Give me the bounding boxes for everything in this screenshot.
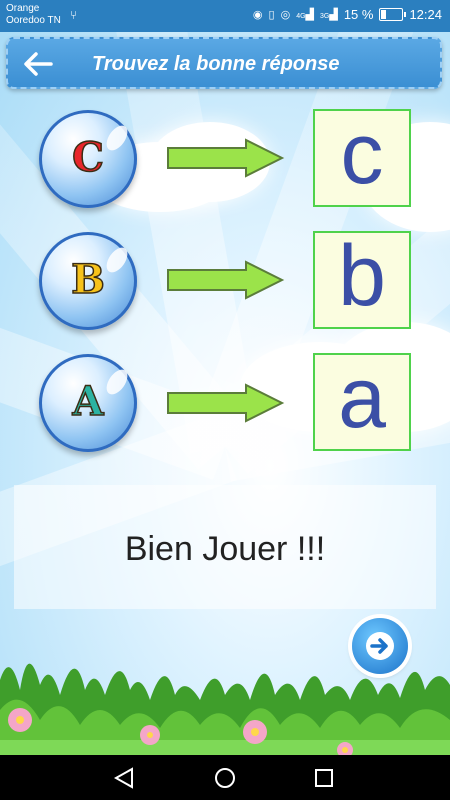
nfc-icon: ◉ — [252, 9, 263, 21]
clock: 12:24 — [409, 7, 442, 22]
letter-bubble-c[interactable]: C — [39, 110, 137, 208]
result-panel: Bien Jouer !!! — [14, 485, 436, 609]
arrow-right-icon — [167, 383, 285, 423]
arrow-right-icon — [366, 632, 394, 660]
title-bar: Trouvez la bonne réponse — [6, 37, 442, 89]
carrier-info: Orange Ooredoo TN — [6, 3, 61, 27]
nav-back-button[interactable] — [104, 763, 144, 793]
status-bar: Orange Ooredoo TN ⑂ ◉ ▯ ◎ 4G▟ 3G▟ 15 % 1… — [0, 0, 450, 32]
bubble-letter: B — [70, 255, 105, 304]
nav-recents-button[interactable] — [304, 763, 344, 793]
answer-letter: a — [338, 350, 386, 446]
arrow-right-icon — [167, 260, 285, 300]
vibrate-icon: ▯ — [268, 9, 275, 21]
back-button[interactable] — [20, 47, 56, 81]
arrow-left-icon — [24, 52, 53, 76]
answer-letter: b — [338, 228, 386, 324]
arrow-right-icon — [167, 138, 285, 178]
triangle-back-icon — [113, 767, 133, 789]
status-icons: ◉ ▯ ◎ 4G▟ 3G▟ 15 % 12:24 — [253, 7, 442, 22]
signal-3g-icon: 3G▟ — [320, 9, 338, 21]
nav-home-button[interactable] — [205, 763, 245, 793]
eye-icon: ◎ — [280, 9, 291, 21]
result-message: Bien Jouer !!! — [124, 530, 326, 568]
battery-icon — [379, 8, 407, 21]
letter-bubble-b[interactable]: B — [39, 232, 137, 330]
next-button[interactable] — [352, 618, 408, 674]
answer-box-c[interactable]: c — [313, 106, 411, 207]
answer-letter: c — [340, 106, 384, 202]
bubble-letter: A — [72, 377, 105, 426]
signal-4g-icon: 4G▟ — [296, 9, 314, 21]
bubble-letter: C — [71, 133, 104, 182]
usb-icon: ⑂ — [70, 8, 78, 22]
carrier-name-1: Orange — [6, 3, 40, 14]
circle-home-icon — [215, 768, 235, 788]
square-recents-icon — [315, 769, 333, 787]
page-title: Trouvez la bonne réponse — [92, 53, 340, 75]
answer-box-b[interactable]: b — [313, 228, 411, 329]
answer-box-a[interactable]: a — [313, 350, 411, 451]
carrier-name-2: Ooredoo TN — [6, 15, 61, 26]
system-nav-bar — [0, 755, 450, 800]
battery-percent: 15 % — [343, 7, 374, 22]
letter-bubble-a[interactable]: A — [39, 354, 137, 452]
